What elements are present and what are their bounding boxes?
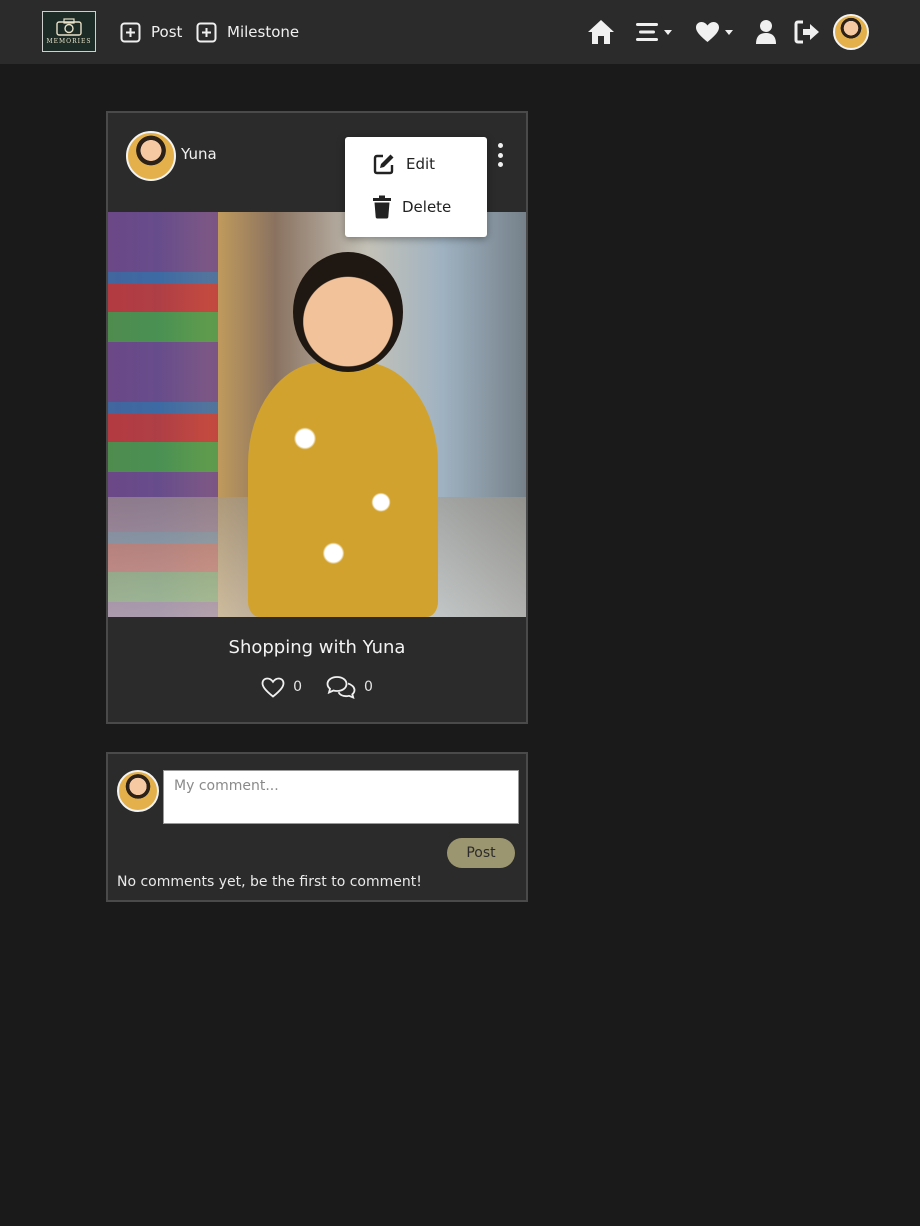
post-stats: 0 0 xyxy=(108,675,526,699)
kebab-dot-icon xyxy=(497,162,503,167)
home-button[interactable] xyxy=(587,17,615,47)
post-author-avatar[interactable] xyxy=(126,131,176,181)
logout-button[interactable] xyxy=(794,17,820,47)
edit-menu-item[interactable]: Edit xyxy=(372,152,435,176)
comments-icon xyxy=(326,676,356,699)
memories-logo[interactable]: MEMORIES xyxy=(42,11,96,52)
heart-outline-icon xyxy=(261,677,285,698)
delete-menu-item[interactable]: Delete xyxy=(372,195,451,219)
profile-avatar[interactable] xyxy=(833,14,869,50)
new-milestone-link[interactable]: Milestone xyxy=(196,18,299,46)
chevron-down-icon xyxy=(664,29,672,35)
comment-card: Post No comments yet, be the first to co… xyxy=(106,752,528,902)
more-options-button[interactable] xyxy=(496,143,504,167)
comment-input[interactable] xyxy=(163,770,519,824)
delete-label: Delete xyxy=(402,198,452,216)
kebab-dot-icon xyxy=(497,152,503,158)
edit-label: Edit xyxy=(406,155,436,173)
profile-button[interactable] xyxy=(755,17,777,47)
post-link-label: Post xyxy=(151,23,183,41)
like-count: 0 xyxy=(293,679,302,695)
like-button[interactable]: 0 xyxy=(261,677,302,698)
comment-count: 0 xyxy=(364,679,373,695)
home-icon xyxy=(588,20,614,44)
plus-square-icon xyxy=(196,22,217,42)
post-options-menu: Edit Delete xyxy=(345,137,487,237)
edit-icon xyxy=(373,154,394,175)
post-author-name[interactable]: Yuna xyxy=(181,145,217,163)
menu-dropdown-button[interactable] xyxy=(635,17,672,47)
kebab-dot-icon xyxy=(497,143,503,148)
plus-square-icon xyxy=(120,22,141,42)
comments-button[interactable]: 0 xyxy=(326,675,373,699)
commenter-avatar xyxy=(117,770,159,812)
heart-icon xyxy=(696,22,719,42)
milestone-link-label: Milestone xyxy=(227,23,300,41)
post-title: Shopping with Yuna xyxy=(228,637,406,658)
photo-subject-head xyxy=(293,252,403,372)
post-comment-button[interactable]: Post xyxy=(447,838,515,868)
user-icon xyxy=(756,20,776,44)
new-post-link[interactable]: Post xyxy=(120,18,182,46)
camera-icon xyxy=(56,18,82,36)
menu-icon xyxy=(636,23,658,41)
navbar: MEMORIES Post Milestone xyxy=(0,0,920,64)
favorites-dropdown-button[interactable] xyxy=(695,17,733,47)
logout-icon xyxy=(794,20,819,44)
photo-subject-dress xyxy=(248,362,438,617)
logo-text: MEMORIES xyxy=(46,38,92,45)
post-photo[interactable] xyxy=(108,212,526,617)
chevron-down-icon xyxy=(725,29,733,35)
no-comments-message: No comments yet, be the first to comment… xyxy=(117,874,422,890)
trash-icon xyxy=(373,195,391,219)
